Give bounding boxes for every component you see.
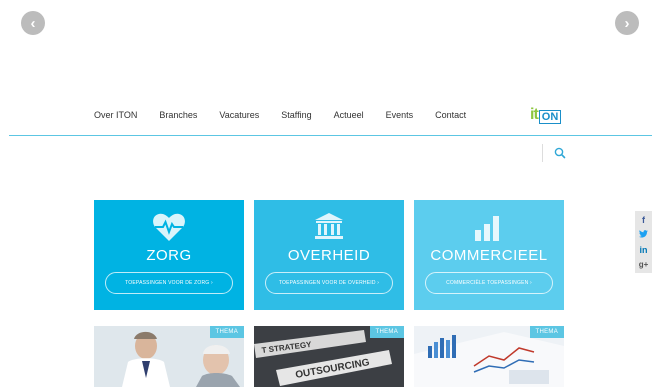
category-title: COMMERCIEEL (430, 247, 548, 264)
thema-tile-business-charts[interactable]: THEMA (414, 326, 564, 387)
logo-text-it: it (530, 106, 539, 123)
chevron-right-icon: › (624, 14, 630, 32)
nav-item-over-iton[interactable]: Over ITON (94, 110, 137, 120)
nav-item-staffing[interactable]: Staffing (281, 110, 311, 120)
search-separator (542, 144, 543, 162)
government-building-icon (254, 212, 404, 242)
main-nav: Over ITON Branches Vacatures Staffing Ac… (94, 110, 488, 120)
googleplus-icon[interactable]: g+ (639, 260, 649, 270)
linkedin-icon[interactable]: in (640, 245, 648, 255)
category-title: ZORG (146, 247, 192, 264)
nav-item-actueel[interactable]: Actueel (334, 110, 364, 120)
nav-divider (9, 135, 652, 136)
overheid-applications-button[interactable]: TOEPASSINGEN VOOR DE OVERHEID › (265, 272, 393, 294)
nav-item-contact[interactable]: Contact (435, 110, 466, 120)
category-tile-commercieel[interactable]: COMMERCIEEL COMMERCIËLE TOEPASSINGEN › (414, 200, 564, 310)
twitter-icon[interactable] (639, 229, 648, 240)
search-icon[interactable] (553, 146, 567, 160)
logo-text-on: ON (538, 110, 562, 124)
category-tile-overheid[interactable]: OVERHEID TOEPASSINGEN VOOR DE OVERHEID › (254, 200, 404, 310)
category-tile-zorg[interactable]: ZORG TOEPASSINGEN VOOR DE ZORG › (94, 200, 244, 310)
slider-next-button[interactable]: › (615, 11, 639, 35)
chevron-left-icon: ‹ (30, 14, 36, 32)
social-bar: f in g+ (635, 211, 652, 273)
thema-tile-outsourcing[interactable]: T STRATEGY OUTSOURCING THEMA (254, 326, 404, 387)
zorg-applications-button[interactable]: TOEPASSINGEN VOOR DE ZORG › (105, 272, 233, 294)
slider-prev-button[interactable]: ‹ (21, 11, 45, 35)
thema-tag: THEMA (369, 326, 404, 338)
category-title: OVERHEID (287, 247, 371, 264)
nav-item-events[interactable]: Events (386, 110, 414, 120)
heart-pulse-icon (94, 212, 244, 242)
thema-tag: THEMA (529, 326, 564, 338)
bar-chart-icon (414, 212, 564, 242)
thema-tile-healthcare[interactable]: THEMA (94, 326, 244, 387)
facebook-icon[interactable]: f (642, 215, 645, 225)
commercieel-applications-button[interactable]: COMMERCIËLE TOEPASSINGEN › (425, 272, 553, 294)
nav-item-branches[interactable]: Branches (159, 110, 197, 120)
thema-tag: THEMA (209, 326, 244, 338)
nav-item-vacatures[interactable]: Vacatures (219, 110, 259, 120)
iton-logo[interactable]: it ON (530, 106, 562, 124)
